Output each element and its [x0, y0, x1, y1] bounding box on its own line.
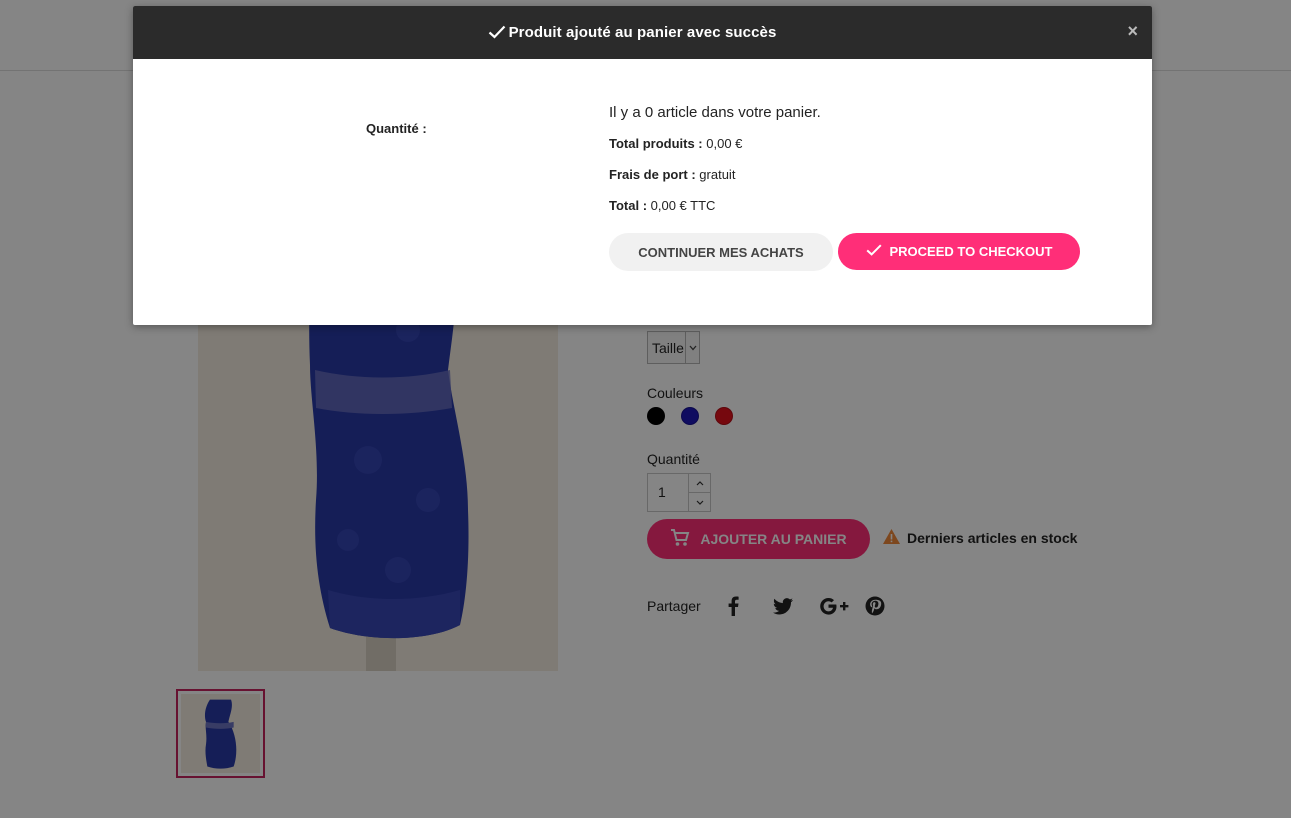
- modal-header: Produit ajouté au panier avec succès ×: [133, 6, 1152, 59]
- total-value: 0,00 € TTC: [647, 198, 716, 213]
- add-to-cart-modal: Produit ajouté au panier avec succès × Q…: [133, 6, 1152, 325]
- continue-shopping-button[interactable]: CONTINUER MES ACHATS: [609, 233, 833, 271]
- shipping-label: Frais de port :: [609, 167, 696, 182]
- close-icon[interactable]: ×: [1127, 22, 1138, 40]
- modal-quantity-label: Quantité :: [366, 121, 427, 136]
- shipping-row: Frais de port : gratuit: [609, 167, 821, 182]
- total-label: Total :: [609, 198, 648, 213]
- proceed-to-checkout-label: PROCEED TO CHECKOUT: [889, 244, 1053, 259]
- total-products-value: 0,00 €: [702, 136, 743, 151]
- proceed-to-checkout-button[interactable]: PROCEED TO CHECKOUT: [838, 233, 1080, 270]
- check-icon: [488, 25, 506, 44]
- modal-title: Produit ajouté au panier avec succès: [508, 24, 777, 41]
- cart-summary: Il y a 0 article dans votre panier. Tota…: [609, 104, 821, 229]
- cart-count-text: Il y a 0 article dans votre panier.: [609, 104, 821, 121]
- check-icon: [866, 244, 882, 259]
- shipping-value: gratuit: [695, 167, 736, 182]
- total-products-label: Total produits :: [609, 136, 703, 151]
- total-products-row: Total produits : 0,00 €: [609, 136, 821, 151]
- continue-shopping-label: CONTINUER MES ACHATS: [638, 244, 804, 260]
- total-row: Total : 0,00 € TTC: [609, 198, 821, 213]
